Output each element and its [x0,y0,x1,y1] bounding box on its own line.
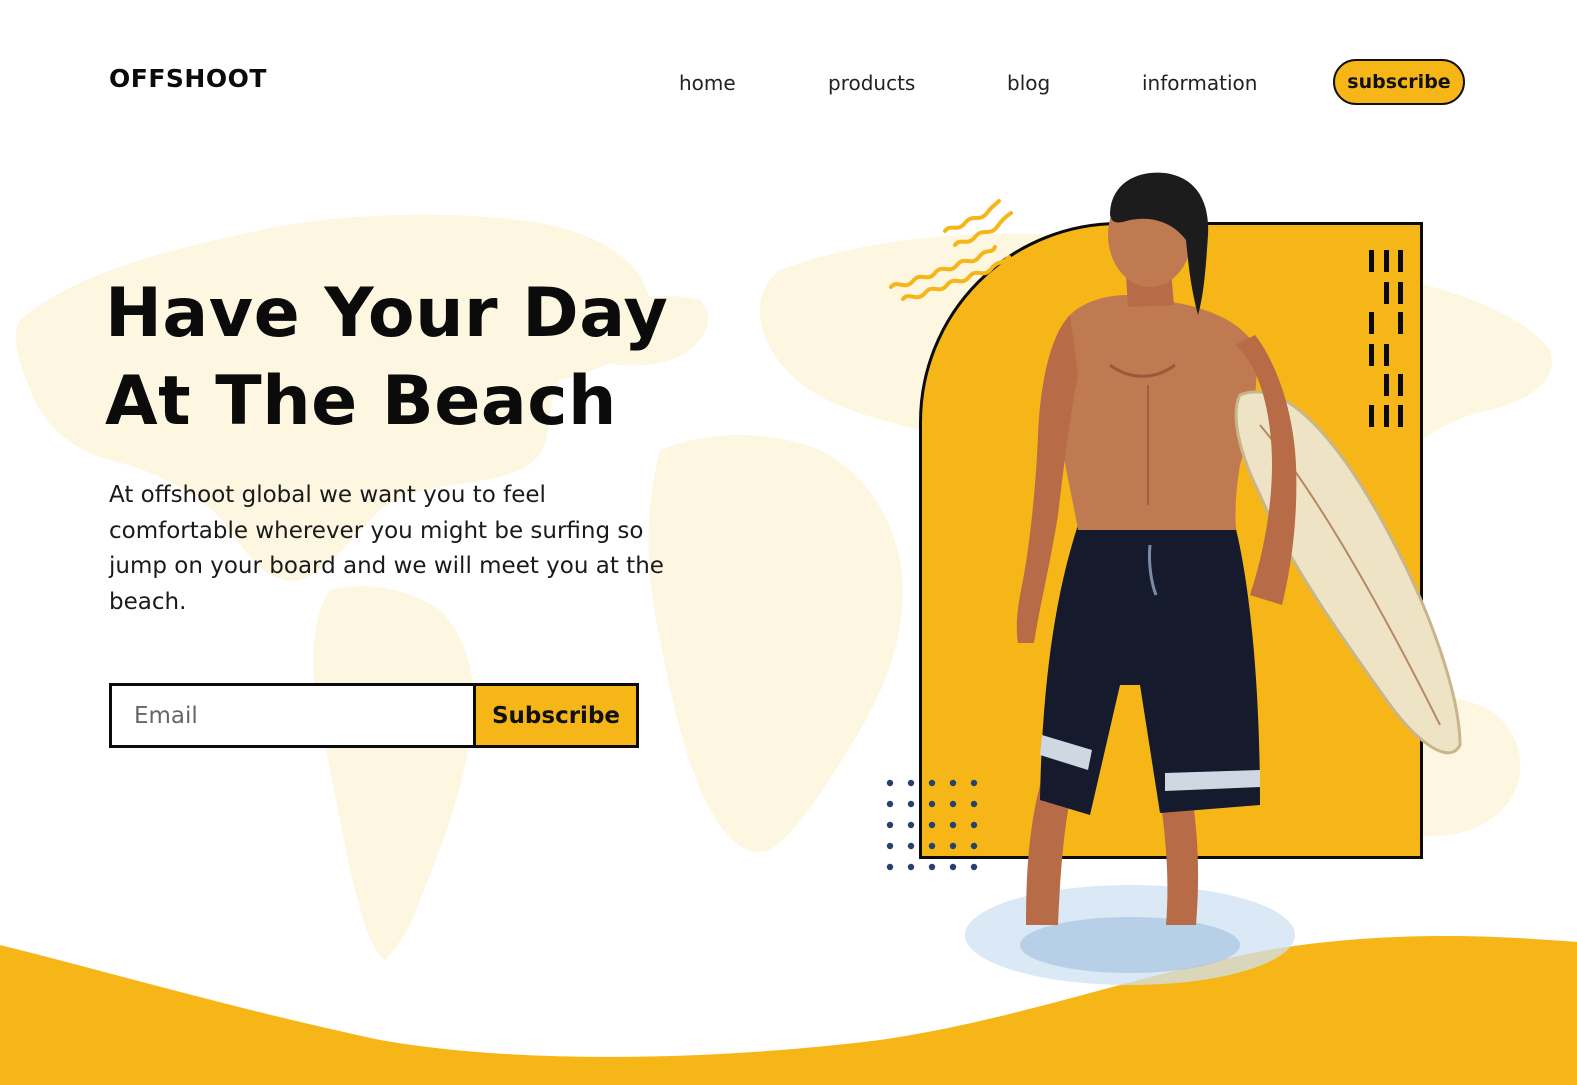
dot [886,779,894,787]
dot [907,863,915,871]
nav-products[interactable]: products [828,71,915,95]
brand-logo[interactable]: OFFSHOOT [109,64,267,93]
nav-subscribe-button[interactable]: subscribe [1333,59,1465,105]
subscribe-button[interactable]: Subscribe [473,686,636,745]
dot [907,779,915,787]
surfer-with-board-image [965,172,1462,985]
dot [907,821,915,829]
dot [949,779,957,787]
dot [949,800,957,808]
nav-information[interactable]: information [1142,71,1257,95]
dot [907,842,915,850]
nav-home[interactable]: home [679,71,736,95]
hero-description: At offshoot global we want you to feel c… [109,482,664,615]
hero-title-line-1: Have Your Day [105,274,669,353]
dot [928,863,936,871]
dot [928,842,936,850]
dot [886,800,894,808]
subscribe-form: Subscribe [109,683,639,748]
dot [949,863,957,871]
dot [928,821,936,829]
dot [928,779,936,787]
hero-title: Have Your Day At The Beach [105,270,725,446]
email-input[interactable] [112,686,473,745]
dot [949,842,957,850]
dot [928,800,936,808]
hero-title-line-2: At The Beach [105,362,617,441]
dot [907,800,915,808]
nav-blog[interactable]: blog [1007,71,1050,95]
dot [949,821,957,829]
dot [886,821,894,829]
dot [886,842,894,850]
dot [886,863,894,871]
